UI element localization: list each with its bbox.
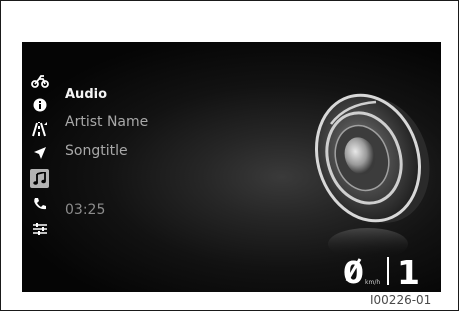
figure-id-caption: I00226-01 — [370, 293, 432, 307]
audio-source-title: Audio — [65, 87, 108, 102]
info-icon[interactable] — [31, 96, 49, 114]
navigation-arrow-icon[interactable] — [31, 144, 49, 162]
phone-icon[interactable] — [31, 195, 49, 213]
artist-name: Artist Name — [65, 114, 149, 130]
dashboard-display: Audio Artist Name Songtitle 03:25 km/h 1 — [22, 42, 441, 292]
speaker-graphic — [286, 84, 436, 260]
motorcycle-icon[interactable] — [31, 72, 49, 90]
sidebar — [22, 42, 58, 292]
road-icon[interactable] — [31, 120, 49, 138]
speed-gear-readout: 0 km/h 1 — [343, 253, 431, 292]
figure-frame: Audio Artist Name Songtitle 03:25 km/h 1 — [0, 0, 459, 311]
settings-sliders-icon[interactable] — [31, 220, 49, 238]
gear-indicator: 1 — [397, 253, 420, 287]
speed-unit: km/h — [365, 279, 380, 286]
song-title: Songtitle — [65, 143, 128, 159]
music-note-icon[interactable] — [30, 169, 49, 188]
elapsed-time: 03:25 — [65, 202, 106, 218]
